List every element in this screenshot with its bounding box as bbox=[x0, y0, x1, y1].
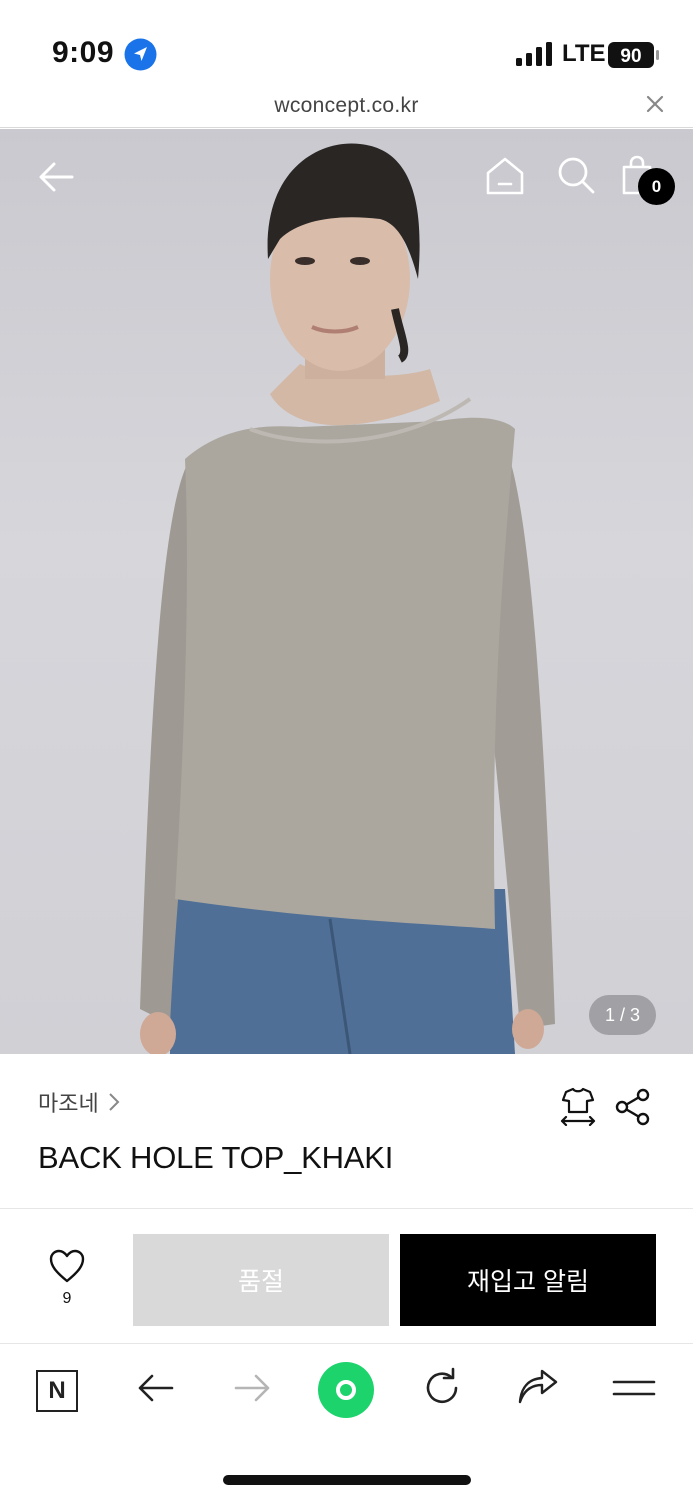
menu-icon[interactable] bbox=[612, 1366, 656, 1410]
cart-count-badge[interactable]: 0 bbox=[638, 168, 675, 205]
home-indicator[interactable] bbox=[223, 1475, 471, 1485]
green-dot-icon[interactable] bbox=[318, 1362, 374, 1418]
back-arrow-icon[interactable] bbox=[36, 157, 76, 197]
product-image[interactable]: 0 1 / 3 bbox=[0, 129, 693, 1054]
product-title: BACK HOLE TOP_KHAKI bbox=[38, 1140, 394, 1175]
naver-icon[interactable]: N bbox=[36, 1370, 78, 1412]
size-guide-icon[interactable] bbox=[558, 1086, 598, 1126]
product-photo bbox=[140, 143, 555, 1054]
share-icon[interactable] bbox=[614, 1088, 652, 1126]
reload-icon[interactable] bbox=[420, 1366, 464, 1410]
heart-icon[interactable] bbox=[48, 1248, 86, 1284]
status-bar: 9:09 LTE 90 bbox=[0, 0, 693, 90]
brand-name[interactable]: 마조네 bbox=[38, 1086, 99, 1118]
status-time: 9:09 bbox=[52, 36, 115, 69]
share-arrow-icon[interactable] bbox=[516, 1366, 560, 1410]
battery-icon: 90 bbox=[608, 42, 660, 68]
brand-link[interactable]: 마조네 bbox=[38, 1086, 121, 1118]
back-icon[interactable] bbox=[134, 1366, 178, 1410]
soldout-button[interactable]: 품절 bbox=[133, 1234, 389, 1326]
url-text[interactable]: wconcept.co.kr bbox=[0, 94, 693, 118]
network-label: LTE bbox=[562, 40, 606, 67]
browser-toolbar: N bbox=[0, 1344, 693, 1440]
like-button[interactable]: 9 bbox=[40, 1248, 94, 1318]
search-icon[interactable] bbox=[556, 155, 596, 195]
like-count: 9 bbox=[62, 1290, 72, 1307]
chevron-right-icon bbox=[109, 1093, 120, 1111]
divider bbox=[0, 1208, 693, 1209]
url-bar[interactable]: wconcept.co.kr bbox=[0, 90, 693, 128]
forward-icon[interactable] bbox=[230, 1366, 274, 1410]
image-counter: 1 / 3 bbox=[589, 995, 656, 1035]
restock-alert-button[interactable]: 재입고 알림 bbox=[400, 1234, 656, 1326]
close-icon[interactable] bbox=[645, 94, 665, 114]
signal-icon bbox=[516, 42, 552, 66]
battery-level: 90 bbox=[620, 46, 641, 67]
location-arrow-icon bbox=[124, 38, 157, 71]
home-icon[interactable] bbox=[484, 155, 526, 197]
